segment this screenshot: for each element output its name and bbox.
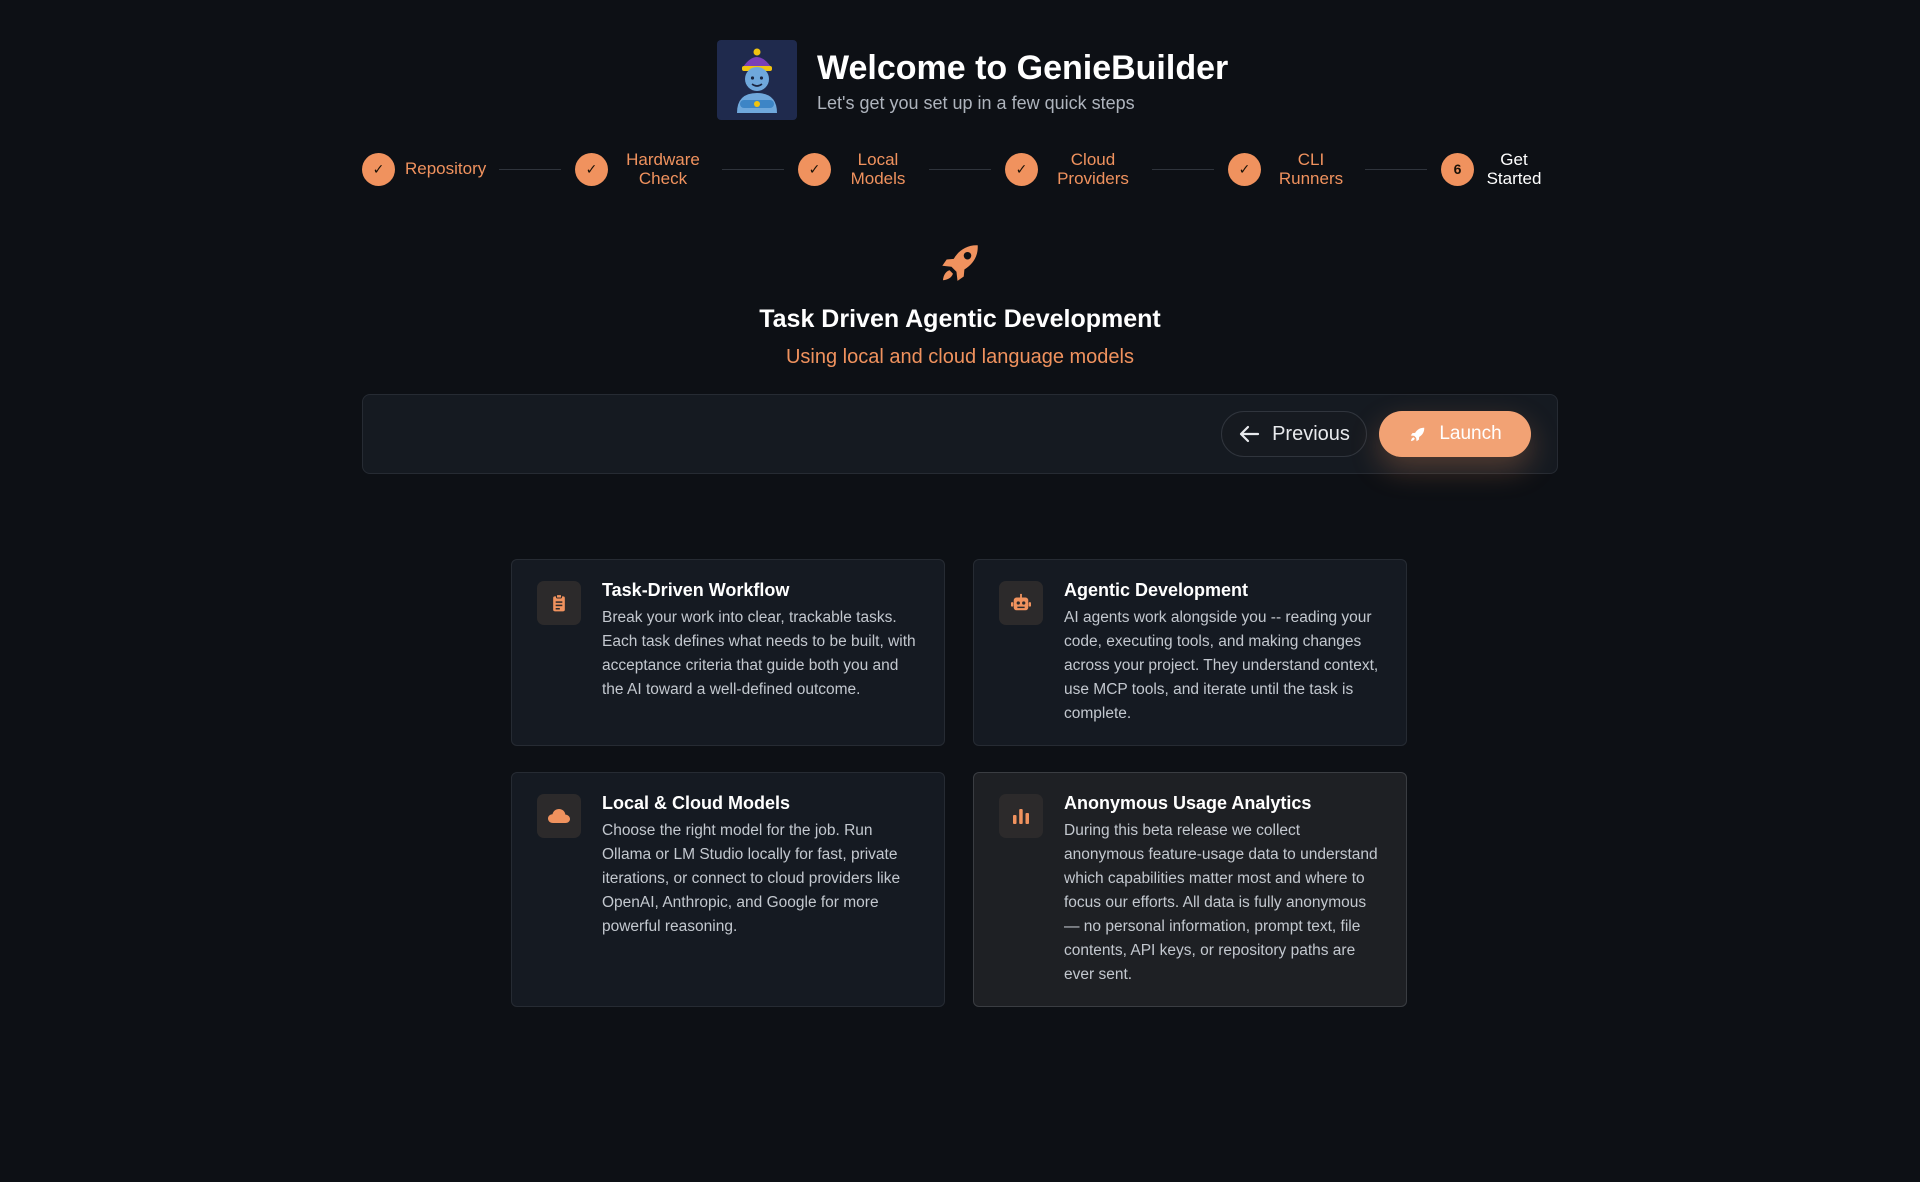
step-label: Repository xyxy=(405,159,487,179)
step-label: CLI Runners xyxy=(1278,149,1344,188)
step-number-badge: 6 xyxy=(1441,152,1474,186)
feature-description: AI agents work alongside you -- reading … xyxy=(1064,609,1379,722)
page-title: Welcome to GenieBuilder xyxy=(817,48,1229,87)
launch-button[interactable]: Launch xyxy=(1379,411,1531,457)
step-connector xyxy=(722,168,784,170)
page-subtitle: Let's get you set up in a few quick step… xyxy=(817,93,1135,114)
step-label: Hardware Check xyxy=(626,149,700,188)
step-repository[interactable]: ✓ Repository xyxy=(362,152,487,186)
step-label: Local Models xyxy=(850,149,906,188)
step-connector xyxy=(1152,168,1214,170)
feature-description: Break your work into clear, trackable ta… xyxy=(602,609,916,698)
hero-section: Task Driven Agentic Development Using lo… xyxy=(0,238,1920,369)
clipboard-icon xyxy=(537,581,581,625)
check-icon: ✓ xyxy=(1228,152,1261,186)
launch-label: Launch xyxy=(1439,423,1502,444)
feature-description: During this beta release we collect anon… xyxy=(1064,822,1378,983)
feature-title: Anonymous Usage Analytics xyxy=(1064,793,1312,813)
rocket-icon xyxy=(935,238,985,293)
setup-stepper: ✓ Repository ✓ Hardware Check ✓ Local Mo… xyxy=(362,148,1544,190)
rocket-icon xyxy=(1411,427,1425,441)
step-local-models[interactable]: ✓ Local Models xyxy=(798,150,915,188)
welcome-header: Welcome to GenieBuilder Let's get you se… xyxy=(717,40,1228,120)
cloud-icon xyxy=(537,794,581,838)
arrow-left-icon xyxy=(1239,425,1260,443)
bar-chart-icon xyxy=(999,794,1043,838)
step-connector xyxy=(1365,168,1427,170)
previous-label: Previous xyxy=(1272,422,1350,445)
step-connector xyxy=(499,168,561,170)
step-cloud-providers[interactable]: ✓ Cloud Providers xyxy=(1005,150,1138,188)
feature-card-task-driven: Task-Driven Workflow Break your work int… xyxy=(511,559,945,746)
check-icon: ✓ xyxy=(798,152,831,186)
genie-logo-icon xyxy=(717,40,797,120)
feature-title: Local & Cloud Models xyxy=(602,793,791,813)
hero-title: Task Driven Agentic Development xyxy=(759,305,1161,333)
feature-title: Task-Driven Workflow xyxy=(602,580,790,600)
check-icon: ✓ xyxy=(575,152,608,186)
step-connector xyxy=(929,168,991,170)
previous-button[interactable]: Previous xyxy=(1221,411,1367,457)
navigation-bar: Previous Launch xyxy=(362,394,1558,474)
step-hardware-check[interactable]: ✓ Hardware Check xyxy=(575,150,708,188)
feature-card-agentic: Agentic Development AI agents work along… xyxy=(973,559,1407,746)
check-icon: ✓ xyxy=(362,152,395,186)
hero-subtitle: Using local and cloud language models xyxy=(785,346,1134,368)
feature-description: Choose the right model for the job. Run … xyxy=(602,822,901,935)
feature-title: Agentic Development xyxy=(1064,580,1249,600)
step-label: Get Started xyxy=(1486,149,1542,188)
check-icon: ✓ xyxy=(1005,152,1038,186)
feature-card-models: Local & Cloud Models Choose the right mo… xyxy=(511,772,945,1007)
feature-card-analytics: Anonymous Usage Analytics During this be… xyxy=(973,772,1407,1007)
step-get-started[interactable]: 6 Get Started xyxy=(1441,150,1544,188)
step-cli-runners[interactable]: ✓ CLI Runners xyxy=(1228,150,1351,188)
step-label: Cloud Providers xyxy=(1057,149,1129,188)
robot-icon xyxy=(999,581,1043,625)
